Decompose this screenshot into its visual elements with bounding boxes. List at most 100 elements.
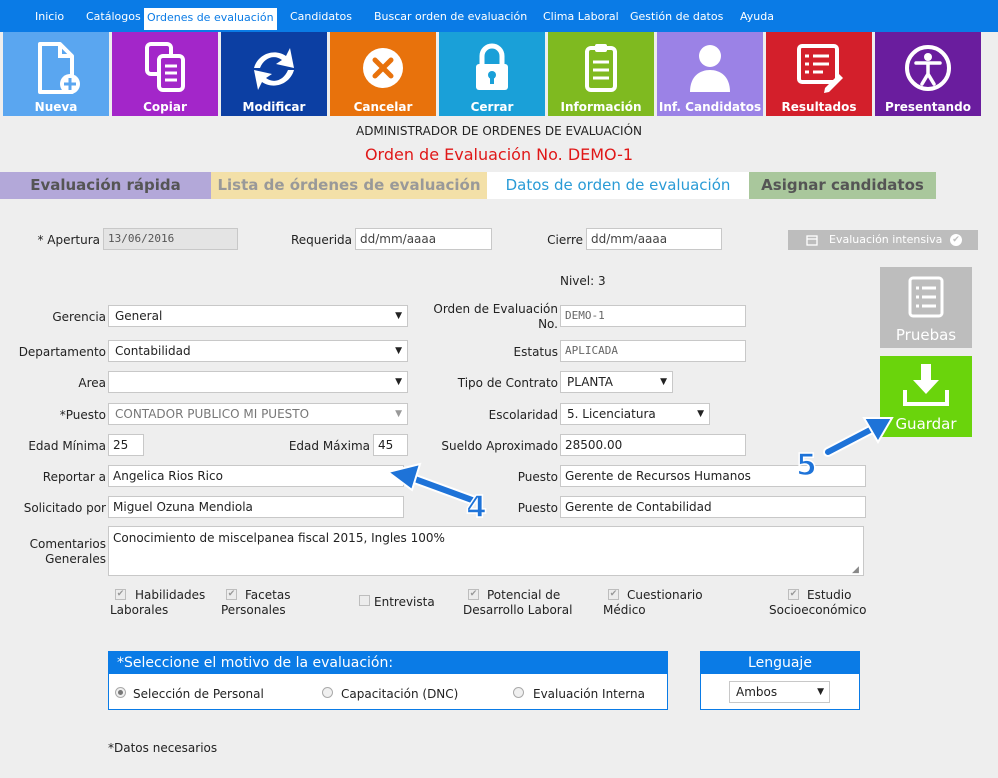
inf-candidatos-button[interactable]: Inf. Candidatos	[657, 32, 763, 116]
entrevista-checkbox[interactable]	[359, 595, 370, 606]
cancel-x-icon	[363, 48, 403, 88]
resultados-button[interactable]: Resultados	[766, 32, 872, 116]
puesto-solicitado-field[interactable]: Gerente de Contabilidad	[560, 496, 866, 518]
potencial-label-1: Potencial de	[487, 588, 561, 602]
evaluacion-interna-label: Evaluación Interna	[533, 687, 645, 701]
comentarios-textarea[interactable]: Conocimiento de miscelpanea fiscal 2015,…	[108, 526, 864, 576]
download-icon	[903, 364, 949, 406]
tab-asignar-candidatos[interactable]: Asignar candidatos	[749, 172, 936, 199]
top-navigation: Inicio Catálogos Ordenes de evaluación C…	[0, 0, 998, 32]
motivo-title: *Seleccione el motivo de la evaluación:	[109, 652, 667, 674]
lock-icon	[476, 43, 508, 90]
cuestionario-label-1: Cuestionario	[627, 588, 703, 602]
sueldo-field[interactable]: 28500.00	[560, 434, 746, 456]
capacitacion-label: Capacitación (DNC)	[341, 687, 459, 701]
facetas-checkbox[interactable]: ✔	[226, 589, 237, 600]
copiar-label: Copiar	[143, 100, 187, 114]
resize-handle-icon[interactable]: ◢	[852, 565, 859, 575]
lenguaje-panel: Lenguaje Ambos ▼	[700, 651, 860, 710]
gerencia-value: General	[115, 309, 163, 323]
cancelar-button[interactable]: Cancelar	[330, 32, 436, 116]
cancelar-label: Cancelar	[353, 100, 413, 114]
nueva-button[interactable]: Nueva	[3, 32, 109, 116]
tab-datos-orden[interactable]: Datos de orden de evaluación	[487, 172, 749, 199]
nav-item-buscar[interactable]: Buscar orden de evaluación	[374, 6, 527, 28]
check-circle-icon: ✔	[950, 234, 962, 246]
estudio-checkbox[interactable]: ✔	[788, 589, 799, 600]
seleccion-personal-label: Selección de Personal	[133, 687, 264, 701]
gerencia-select[interactable]: General ▼	[108, 305, 408, 327]
orden-field[interactable]: DEMO-1	[560, 305, 746, 327]
order-title: Orden de Evaluación No. DEMO-1	[364, 145, 634, 164]
solicitado-field[interactable]: Miguel Ozuna Mendiola	[108, 496, 404, 518]
escolaridad-select[interactable]: 5. Licenciatura ▼	[560, 403, 710, 425]
action-toolbar: Nueva Copiar Modificar Cancelar Cerrar I…	[0, 32, 998, 116]
lenguaje-value: Ambos	[736, 685, 778, 699]
nav-item-catalogos[interactable]: Catálogos	[86, 6, 141, 28]
nueva-label: Nueva	[34, 100, 78, 114]
puesto-label: *Puesto	[59, 408, 106, 422]
entrevista-label: Entrevista	[374, 595, 435, 609]
comentarios-label-1: Comentarios	[29, 537, 106, 551]
reportar-field[interactable]: Angelica Rios Rico	[108, 465, 404, 487]
estatus-field[interactable]: APLICADA	[560, 340, 746, 362]
puesto-reportar-field[interactable]: Gerente de Recursos Humanos	[560, 465, 866, 487]
apertura-field[interactable]: 13/06/2016	[103, 228, 238, 250]
nav-item-gestion[interactable]: Gestión de datos	[630, 6, 723, 28]
required-note: *Datos necesarios	[108, 741, 218, 755]
new-document-icon	[38, 42, 80, 94]
seleccion-personal-radio[interactable]	[115, 687, 126, 698]
orden-label-2: No.	[538, 317, 558, 331]
cuestionario-checkbox[interactable]: ✔	[608, 589, 619, 600]
edad-maxima-field[interactable]: 45	[373, 434, 408, 456]
facetas-label-2: Personales	[221, 603, 286, 617]
capacitacion-radio[interactable]	[322, 687, 333, 698]
puesto-select[interactable]: CONTADOR PUBLICO MI PUESTO ▼	[108, 403, 408, 425]
chevron-down-icon: ▼	[817, 687, 824, 697]
report-icon	[797, 44, 843, 93]
area-label: Area	[78, 376, 106, 390]
habilidades-checkbox[interactable]: ✔	[115, 589, 126, 600]
chevron-down-icon: ▼	[697, 409, 704, 419]
requerida-label: Requerida	[290, 233, 352, 247]
evaluacion-interna-radio[interactable]	[513, 687, 524, 698]
area-select[interactable]: ▼	[108, 371, 408, 393]
nav-item-candidatos[interactable]: Candidatos	[290, 6, 352, 28]
tipo-contrato-select[interactable]: PLANTA ▼	[560, 371, 673, 393]
lenguaje-title: Lenguaje	[701, 652, 859, 674]
tab-lista-ordenes[interactable]: Lista de órdenes de evaluación	[211, 172, 487, 199]
potencial-checkbox[interactable]: ✔	[468, 589, 479, 600]
reportar-label: Reportar a	[42, 470, 106, 484]
cerrar-label: Cerrar	[470, 100, 514, 114]
evaluacion-intensiva-toggle[interactable]: Evaluación intensiva ✔	[788, 230, 978, 250]
informacion-label: Información	[560, 100, 642, 114]
cierre-field[interactable]: dd/mm/aaaa	[586, 228, 722, 250]
tab-evaluacion-rapida[interactable]: Evaluación rápida	[0, 172, 211, 199]
tipo-contrato-label: Tipo de Contrato	[457, 376, 558, 390]
modificar-button[interactable]: Modificar	[221, 32, 327, 116]
habilidades-label-2: Laborales	[110, 603, 169, 617]
cerrar-button[interactable]: Cerrar	[439, 32, 545, 116]
copiar-button[interactable]: Copiar	[112, 32, 218, 116]
chevron-down-icon: ▼	[395, 377, 402, 387]
informacion-button[interactable]: Información	[548, 32, 654, 116]
evaluacion-intensiva-label: Evaluación intensiva	[829, 233, 943, 246]
cuestionario-label-2: Médico	[603, 603, 646, 617]
pruebas-button[interactable]: Pruebas	[880, 267, 972, 348]
habilidades-label-1: Habilidades	[135, 588, 206, 602]
edad-minima-field[interactable]: 25	[108, 434, 144, 456]
presentando-label: Presentando	[885, 100, 971, 114]
pruebas-label: Pruebas	[895, 326, 957, 344]
nav-item-ordenes[interactable]: Ordenes de evaluación	[144, 8, 277, 30]
nav-item-clima[interactable]: Clima Laboral	[543, 6, 619, 28]
lenguaje-select[interactable]: Ambos ▼	[729, 681, 830, 703]
requerida-field[interactable]: dd/mm/aaaa	[355, 228, 492, 250]
chevron-down-icon: ▼	[660, 377, 667, 387]
presentando-button[interactable]: Presentando	[875, 32, 981, 116]
person-icon	[690, 45, 730, 92]
annotation-number-5: 5	[795, 447, 817, 484]
orden-label-1: Orden de Evaluación	[433, 302, 558, 316]
departamento-select[interactable]: Contabilidad ▼	[108, 340, 408, 362]
nav-item-ayuda[interactable]: Ayuda	[740, 6, 774, 28]
nav-item-inicio[interactable]: Inicio	[35, 6, 64, 28]
